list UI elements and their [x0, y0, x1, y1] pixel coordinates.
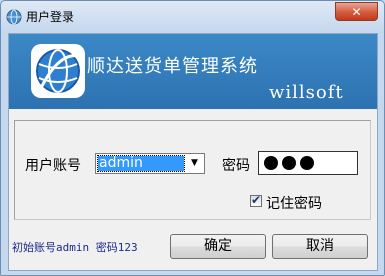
window-title: 用户登录	[26, 10, 75, 24]
ok-button[interactable]: 确定	[170, 234, 266, 259]
checkmark-icon: ✔	[251, 193, 262, 207]
cancel-button[interactable]: 取消	[272, 234, 368, 259]
banner: 顺达送货单管理系统 willsoft	[9, 34, 377, 109]
chevron-down-icon[interactable]: ▼	[188, 156, 201, 171]
dialog-content: 顺达送货单管理系统 willsoft 用户账号 admin ▼ 密码 ✔ 记住密…	[8, 33, 378, 271]
title-bar[interactable]: 用户登录 ✕	[1, 1, 384, 33]
account-label: 用户账号	[25, 158, 81, 174]
login-window: 用户登录 ✕ 顺达送货单管理系统 willsoft 用户账号 admin ▼ 密…	[0, 0, 385, 276]
globe-logo-icon	[31, 44, 85, 98]
password-mask-dot	[264, 156, 278, 170]
banner-title: 顺达送货单管理系统	[87, 56, 258, 77]
globe-icon	[6, 9, 22, 25]
password-mask-dot	[282, 156, 296, 170]
password-label: 密码	[222, 158, 250, 174]
remember-checkbox[interactable]: ✔	[250, 193, 262, 207]
banner-subtitle: willsoft	[269, 82, 344, 103]
password-input[interactable]	[258, 151, 358, 175]
close-button[interactable]: ✕	[335, 2, 378, 21]
account-combobox[interactable]: admin ▼	[95, 153, 205, 174]
initial-account-hint: 初始账号admin 密码123	[12, 241, 138, 254]
remember-label[interactable]: 记住密码	[266, 193, 322, 213]
password-mask-dot	[300, 156, 314, 170]
account-value[interactable]: admin	[97, 155, 185, 172]
